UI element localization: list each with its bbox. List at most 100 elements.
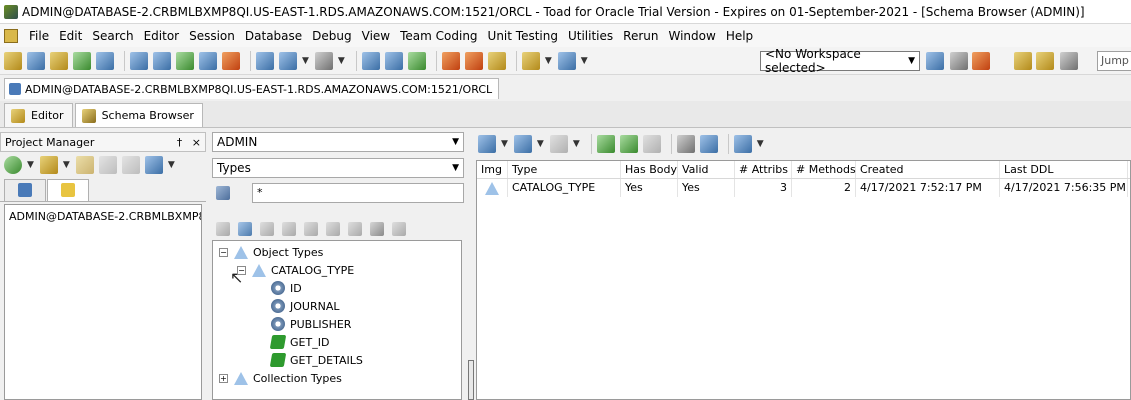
toad-menu-icon[interactable] <box>4 28 18 43</box>
search-objects-icon[interactable] <box>256 51 274 70</box>
menu-session[interactable]: Session <box>184 29 240 43</box>
column-has-body[interactable]: Has Body <box>621 161 678 178</box>
sql-icon[interactable] <box>73 51 91 70</box>
export-icon[interactable] <box>464 51 483 70</box>
menu-window[interactable]: Window <box>663 29 720 43</box>
connection-tab[interactable]: ADMIN@DATABASE-2.CRBMLBXMP8QI.US-EAST-1.… <box>4 78 500 99</box>
open-folder-icon[interactable] <box>39 156 58 174</box>
tab-connections[interactable] <box>47 179 89 201</box>
network-icon[interactable] <box>176 51 194 70</box>
add-icon[interactable] <box>4 156 22 174</box>
grid-options-icon[interactable] <box>733 135 752 153</box>
session-browser-icon[interactable] <box>130 51 148 70</box>
options-icon[interactable] <box>392 222 406 236</box>
menu-edit[interactable]: Edit <box>54 29 87 43</box>
workspace-delete-icon[interactable] <box>972 52 990 70</box>
forward-icon[interactable] <box>549 135 568 153</box>
code-icon[interactable] <box>361 51 380 70</box>
column-methods[interactable]: # Methods <box>792 161 856 178</box>
refresh-icon[interactable] <box>216 222 230 236</box>
object-type-select[interactable]: Types ▼ <box>212 158 464 178</box>
new-dropdown-icon[interactable]: ▼ <box>501 139 508 149</box>
refresh-icon[interactable] <box>596 135 615 153</box>
tree-node-attribute[interactable]: ID <box>271 279 302 297</box>
team-coding-dropdown-icon[interactable]: ▼ <box>545 56 552 66</box>
print-icon[interactable] <box>121 156 140 174</box>
menu-view[interactable]: View <box>357 29 395 43</box>
filter-icon[interactable] <box>676 135 695 153</box>
object-list-icon[interactable] <box>50 51 68 70</box>
collapse-icon[interactable]: − <box>219 247 228 257</box>
tree-node-method[interactable]: GET_ID <box>269 333 329 351</box>
create-type-icon[interactable] <box>238 222 252 236</box>
column-created[interactable]: Created <box>856 161 1000 178</box>
window-icon[interactable] <box>279 51 297 70</box>
workspace-open-icon[interactable] <box>926 52 944 70</box>
filter-input[interactable]: * <box>252 183 464 203</box>
tree-node-catalog-type[interactable]: − CATALOG_TYPE <box>237 261 354 279</box>
grid-options-dropdown-icon[interactable]: ▼ <box>757 139 764 149</box>
report-icon[interactable] <box>96 51 114 70</box>
back-icon[interactable] <box>513 135 532 153</box>
connection-item[interactable]: ADMIN@DATABASE-2.CRBMLBXMP8QI.I <box>9 210 201 223</box>
list-icon[interactable] <box>699 135 718 153</box>
monitor-icon[interactable] <box>153 51 171 70</box>
jump-input[interactable]: Jump <box>1097 51 1131 71</box>
column-img[interactable]: Img <box>477 161 508 178</box>
menu-debug[interactable]: Debug <box>307 29 356 43</box>
tools-dropdown-icon[interactable]: ▼ <box>338 56 345 66</box>
tree-node-object-types[interactable]: − Object Types <box>219 243 323 261</box>
menu-unit-testing[interactable]: Unit Testing <box>483 29 563 43</box>
tab-editor[interactable]: Editor <box>4 103 73 127</box>
execute-icon[interactable] <box>407 51 426 70</box>
table-row[interactable]: CATALOG_TYPE Yes Yes 3 2 4/17/2021 7:52:… <box>477 179 1130 197</box>
schema-select[interactable]: ADMIN ▼ <box>212 132 464 152</box>
menu-team-coding[interactable]: Team Coding <box>395 29 482 43</box>
tree-node-method[interactable]: GET_DETAILS <box>269 351 363 369</box>
column-valid[interactable]: Valid <box>678 161 735 178</box>
compare-icon[interactable] <box>557 51 576 70</box>
menu-search[interactable]: Search <box>87 29 138 43</box>
column-last-ddl[interactable]: Last DDL <box>1000 161 1128 178</box>
windows-icon[interactable] <box>144 156 163 174</box>
menu-file[interactable]: File <box>24 29 54 43</box>
plsql-icon[interactable] <box>384 51 403 70</box>
import-icon[interactable] <box>441 51 460 70</box>
filter-icon[interactable] <box>216 186 230 200</box>
compile-all-icon[interactable] <box>619 135 638 153</box>
compare-dropdown-icon[interactable]: ▼ <box>581 56 588 66</box>
windows-dropdown-icon[interactable]: ▼ <box>168 160 175 170</box>
help-icon[interactable] <box>487 51 506 70</box>
new-icon[interactable] <box>478 135 496 153</box>
menu-help[interactable]: Help <box>721 29 758 43</box>
pin-icon[interactable]: † <box>177 136 183 149</box>
team-coding-icon[interactable] <box>521 51 540 70</box>
funnel-icon[interactable] <box>370 222 384 236</box>
back-dropdown-icon[interactable]: ▼ <box>537 139 544 149</box>
window-dropdown-icon[interactable]: ▼ <box>302 56 309 66</box>
close-icon[interactable]: × <box>192 136 201 149</box>
tree-node-attribute[interactable]: JOURNAL <box>271 297 339 315</box>
tab-schema-browser[interactable]: Schema Browser <box>74 103 203 127</box>
menu-rerun[interactable]: Rerun <box>618 29 663 43</box>
tree-node-collection-types[interactable]: + Collection Types <box>219 369 342 387</box>
workspace-select[interactable]: <No Workspace selected> ▼ <box>760 47 920 75</box>
lightning-icon[interactable] <box>222 51 240 70</box>
column-attribs[interactable]: # Attribs <box>735 161 792 178</box>
compile-icon[interactable] <box>282 222 296 236</box>
edit-icon[interactable] <box>260 222 274 236</box>
tab-project-files[interactable] <box>4 179 46 201</box>
tools-icon[interactable] <box>348 222 362 236</box>
drop-icon[interactable] <box>326 222 340 236</box>
script-icon[interactable] <box>304 222 318 236</box>
expand-icon[interactable]: + <box>219 373 228 383</box>
add-dropdown-icon[interactable]: ▼ <box>27 160 34 170</box>
menu-database[interactable]: Database <box>240 29 307 43</box>
notes-icon[interactable] <box>1014 52 1032 70</box>
schema-browser-icon[interactable] <box>27 51 45 70</box>
column-type[interactable]: Type <box>508 161 621 178</box>
menu-editor[interactable]: Editor <box>139 29 185 43</box>
graduation-cap-icon[interactable] <box>1060 52 1078 70</box>
new-file-icon[interactable] <box>75 156 94 174</box>
compile-icon[interactable] <box>642 135 661 153</box>
